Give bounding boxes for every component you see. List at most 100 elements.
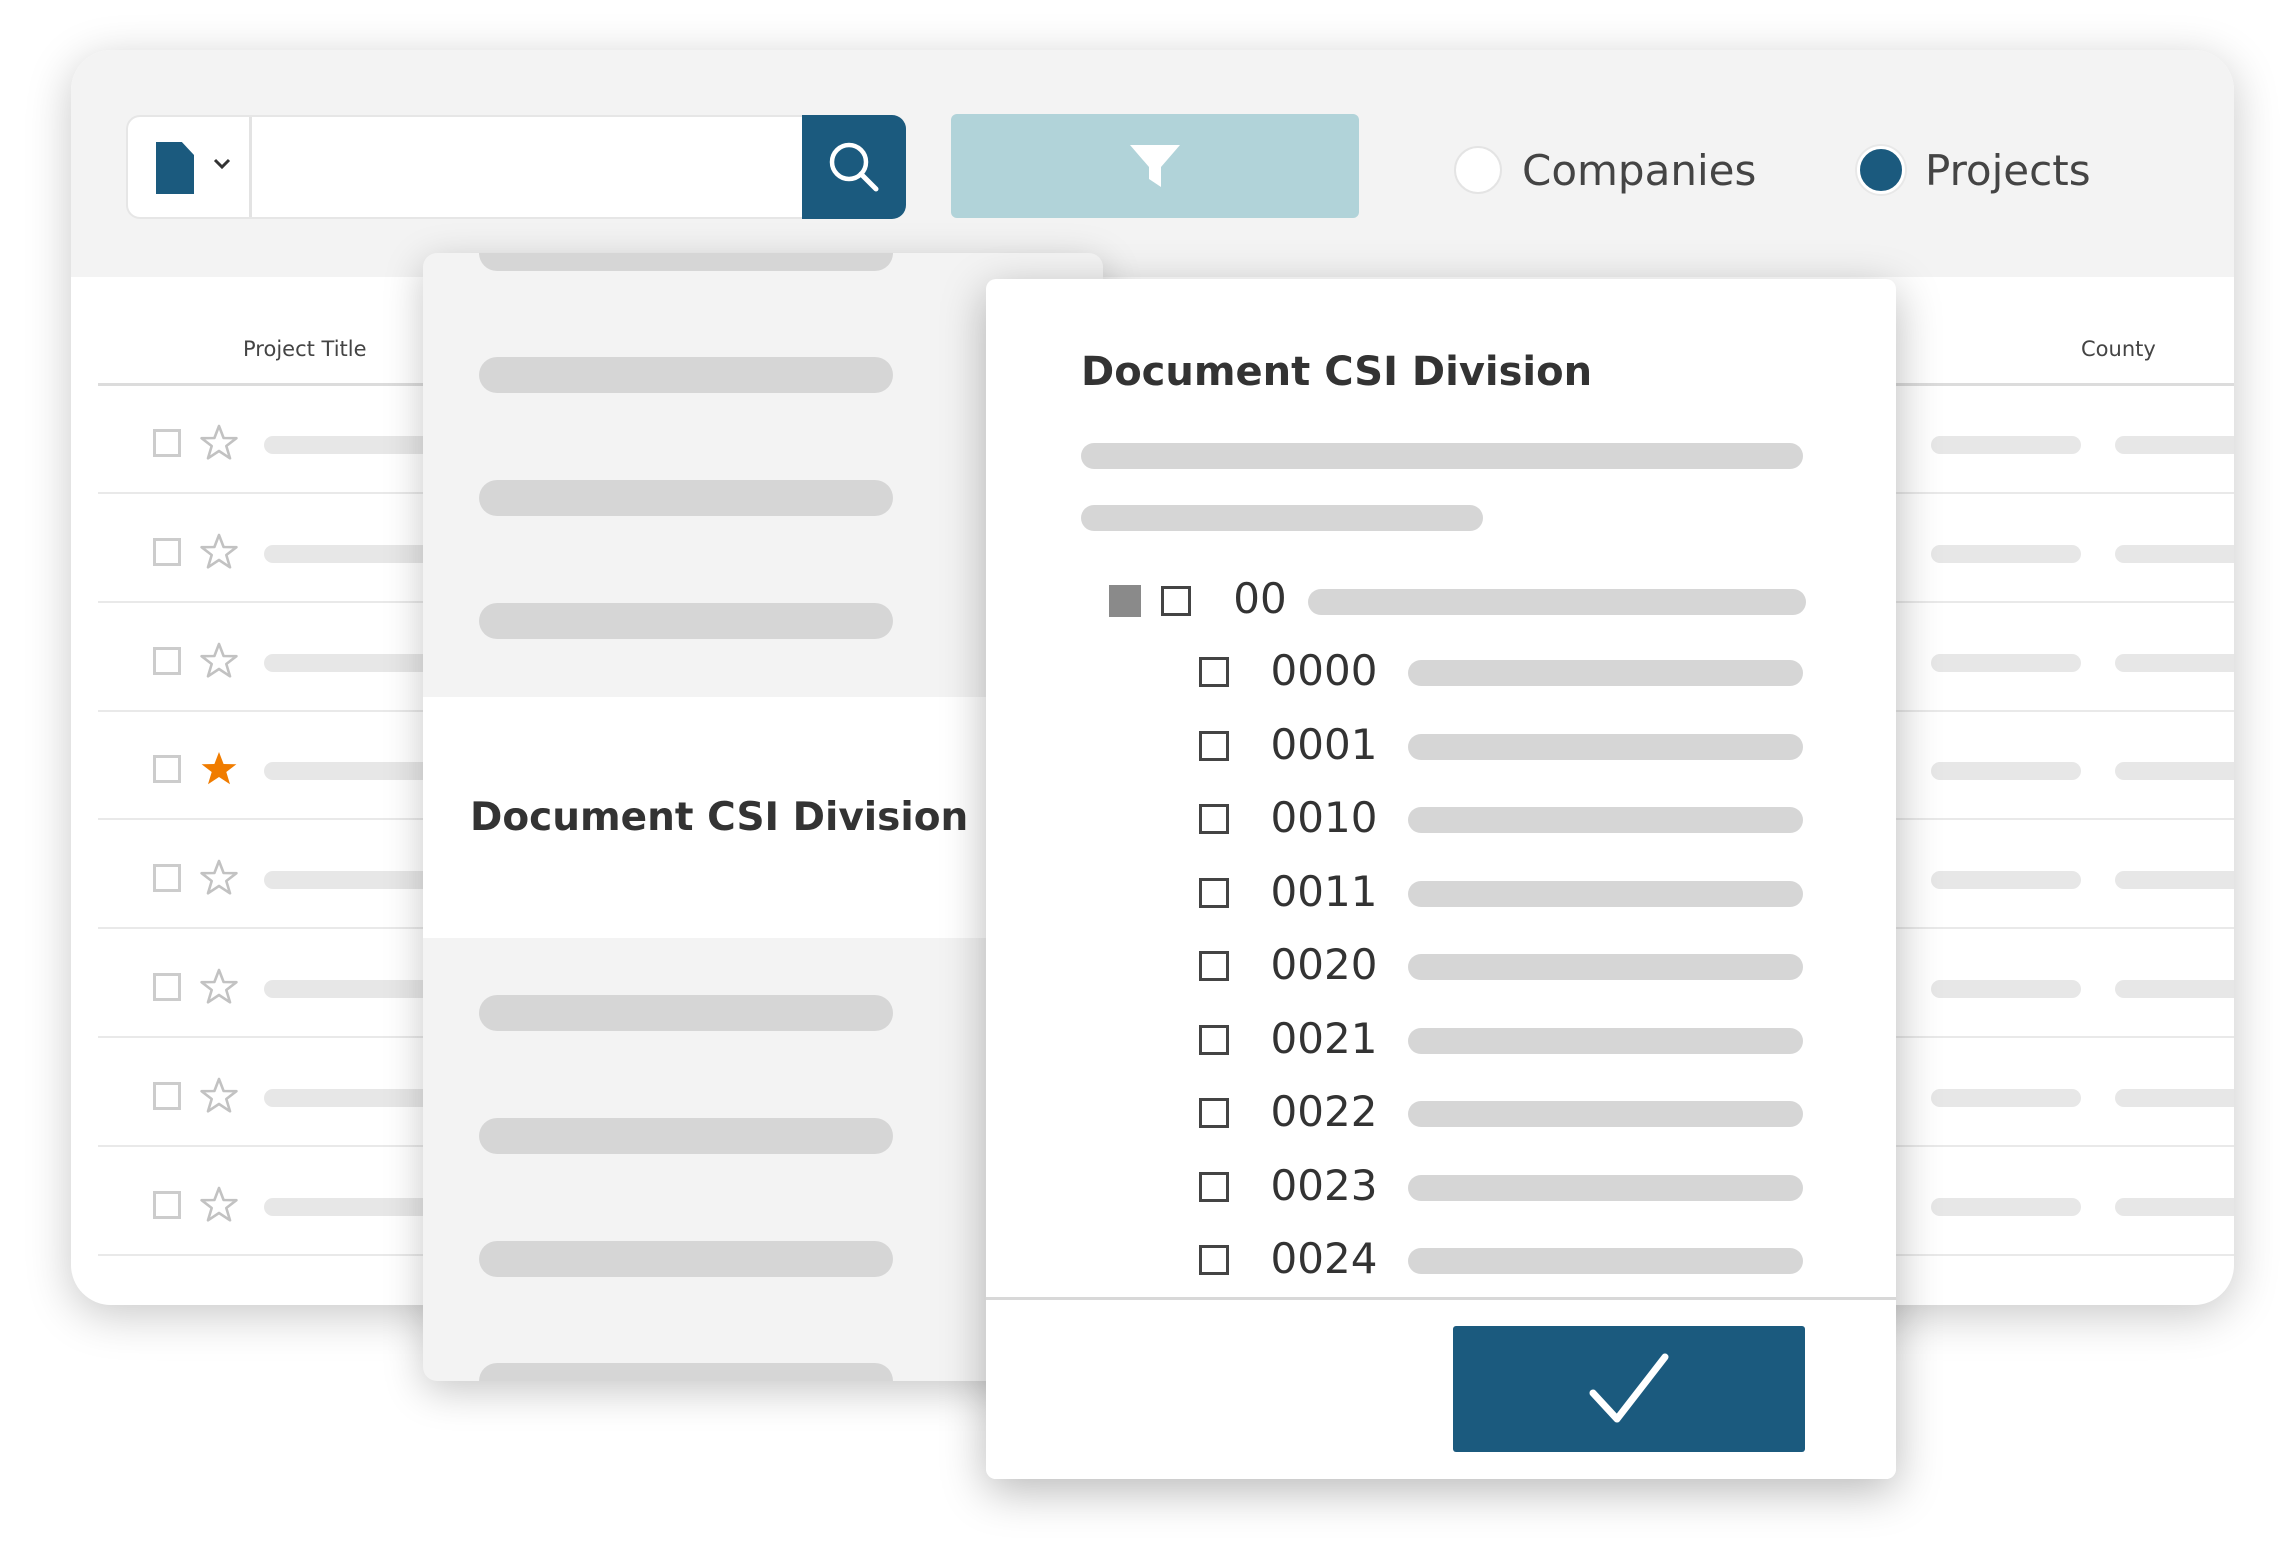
division-code: 0022: [1270, 1087, 1378, 1136]
row-checkbox[interactable]: [153, 973, 181, 1001]
radio-button-selected[interactable]: [1857, 146, 1905, 194]
search-type-dropdown[interactable]: [128, 117, 252, 217]
division-code: 0011: [1270, 866, 1378, 916]
search-button[interactable]: [802, 115, 906, 219]
placeholder-cell: [2115, 1088, 2234, 1107]
division-checkbox[interactable]: [1199, 1171, 1229, 1202]
placeholder-cell: [1931, 436, 2081, 454]
division-checkbox[interactable]: [1161, 586, 1191, 616]
row-checkbox[interactable]: [153, 429, 181, 457]
division-checkbox[interactable]: [1199, 804, 1229, 834]
division-checkbox[interactable]: [1199, 1245, 1229, 1275]
radio-button[interactable]: [1454, 146, 1502, 194]
column-header-county[interactable]: County: [2081, 337, 2156, 361]
row-checkbox[interactable]: [153, 1190, 181, 1219]
placeholder-division-name: [1408, 733, 1803, 760]
chevron-down-icon: [213, 158, 231, 170]
division-checkbox[interactable]: [1199, 1098, 1229, 1128]
radio-projects-label: Projects: [1925, 145, 2091, 195]
division-child-row: 0024: [986, 1230, 1896, 1290]
division-checkbox[interactable]: [1199, 951, 1229, 981]
search-group: [126, 115, 906, 219]
placeholder-division-name: [1308, 589, 1806, 615]
star-outline-icon[interactable]: [200, 1077, 238, 1115]
placeholder-division-name: [1408, 954, 1803, 980]
filter-button[interactable]: [951, 114, 1359, 218]
search-input[interactable]: [252, 117, 802, 217]
division-child-row: 0021: [986, 1010, 1896, 1070]
placeholder-category[interactable]: [479, 480, 893, 516]
radio-companies[interactable]: Companies: [1454, 140, 1756, 200]
division-code: 0021: [1270, 1013, 1378, 1063]
division-child-row: 0023: [986, 1157, 1896, 1217]
csi-division-picker: Document CSI Division 00 0000 0001 0010 001…: [986, 279, 1896, 1479]
division-checkbox[interactable]: [1199, 657, 1229, 687]
placeholder-cell: [1931, 762, 2081, 781]
placeholder-cell: [1931, 1088, 2081, 1107]
placeholder-cell: [2115, 762, 2234, 781]
star-outline-icon[interactable]: [200, 642, 238, 680]
placeholder-division-name: [1408, 1248, 1803, 1274]
division-parent-row: 00: [986, 569, 1896, 629]
placeholder-cell: [1931, 544, 2081, 563]
placeholder-division-name: [1408, 1174, 1803, 1201]
search-icon: [829, 142, 879, 192]
division-code: 0001: [1270, 719, 1378, 769]
row-checkbox[interactable]: [153, 646, 181, 675]
placeholder-division-name: [1408, 1101, 1803, 1127]
radio-companies-label: Companies: [1522, 145, 1757, 195]
placeholder-category[interactable]: [479, 1363, 893, 1381]
placeholder-cell: [2115, 436, 2234, 454]
placeholder-cell: [1931, 980, 2081, 998]
row-checkbox[interactable]: [153, 1081, 181, 1110]
division-checkbox[interactable]: [1199, 730, 1229, 761]
placeholder-division-name: [1408, 880, 1803, 907]
placeholder-cell: [1931, 1197, 2081, 1216]
placeholder-category[interactable]: [479, 1241, 893, 1277]
placeholder-division-name: [1408, 807, 1803, 833]
division-code: 0010: [1270, 793, 1378, 842]
division-child-row: 0001: [986, 716, 1896, 776]
star-outline-icon[interactable]: [200, 859, 238, 897]
placeholder-cell: [1931, 871, 2081, 890]
row-checkbox[interactable]: [153, 537, 181, 566]
picker-footer: [986, 1297, 1896, 1479]
division-code: 0024: [1270, 1234, 1378, 1283]
placeholder-category[interactable]: [479, 603, 893, 639]
division-child-row: 0010: [986, 789, 1896, 849]
star-outline-icon[interactable]: [200, 424, 238, 462]
division-checkbox[interactable]: [1199, 1024, 1229, 1055]
placeholder-category[interactable]: [479, 357, 893, 393]
column-header-project-title[interactable]: Project Title: [243, 337, 367, 361]
division-code: 0000: [1270, 646, 1378, 695]
radio-projects[interactable]: Projects: [1857, 140, 2091, 200]
division-child-row: 0020: [986, 936, 1896, 996]
division-child-row: 0022: [986, 1083, 1896, 1143]
star-outline-icon[interactable]: [200, 533, 238, 571]
filter-icon: [1130, 145, 1180, 187]
placeholder-division-name: [1408, 1027, 1803, 1054]
document-icon: [156, 142, 194, 194]
checkmark-icon: [1589, 1353, 1669, 1423]
placeholder-description: [1081, 505, 1483, 531]
division-checkbox[interactable]: [1199, 877, 1229, 908]
placeholder-division-name: [1408, 660, 1803, 686]
placeholder-category[interactable]: [479, 995, 893, 1031]
division-code: 0020: [1270, 940, 1378, 989]
toolbar: Companies Projects: [71, 50, 2234, 277]
category-label: Document CSI Division: [470, 795, 969, 840]
row-checkbox[interactable]: [153, 755, 181, 784]
star-filled-icon[interactable]: [200, 750, 238, 788]
division-child-row: 0011: [986, 863, 1896, 923]
confirm-button[interactable]: [1453, 1326, 1805, 1452]
placeholder-cell: [2115, 544, 2234, 563]
row-checkbox[interactable]: [153, 864, 181, 893]
expand-toggle[interactable]: [1109, 585, 1141, 617]
division-child-row: 0000: [986, 642, 1896, 702]
star-outline-icon[interactable]: [200, 1186, 238, 1224]
placeholder-category[interactable]: [479, 253, 893, 271]
placeholder-cell: [2115, 653, 2234, 672]
placeholder-category[interactable]: [479, 1118, 893, 1154]
placeholder-cell: [1931, 653, 2081, 672]
star-outline-icon[interactable]: [200, 968, 238, 1006]
